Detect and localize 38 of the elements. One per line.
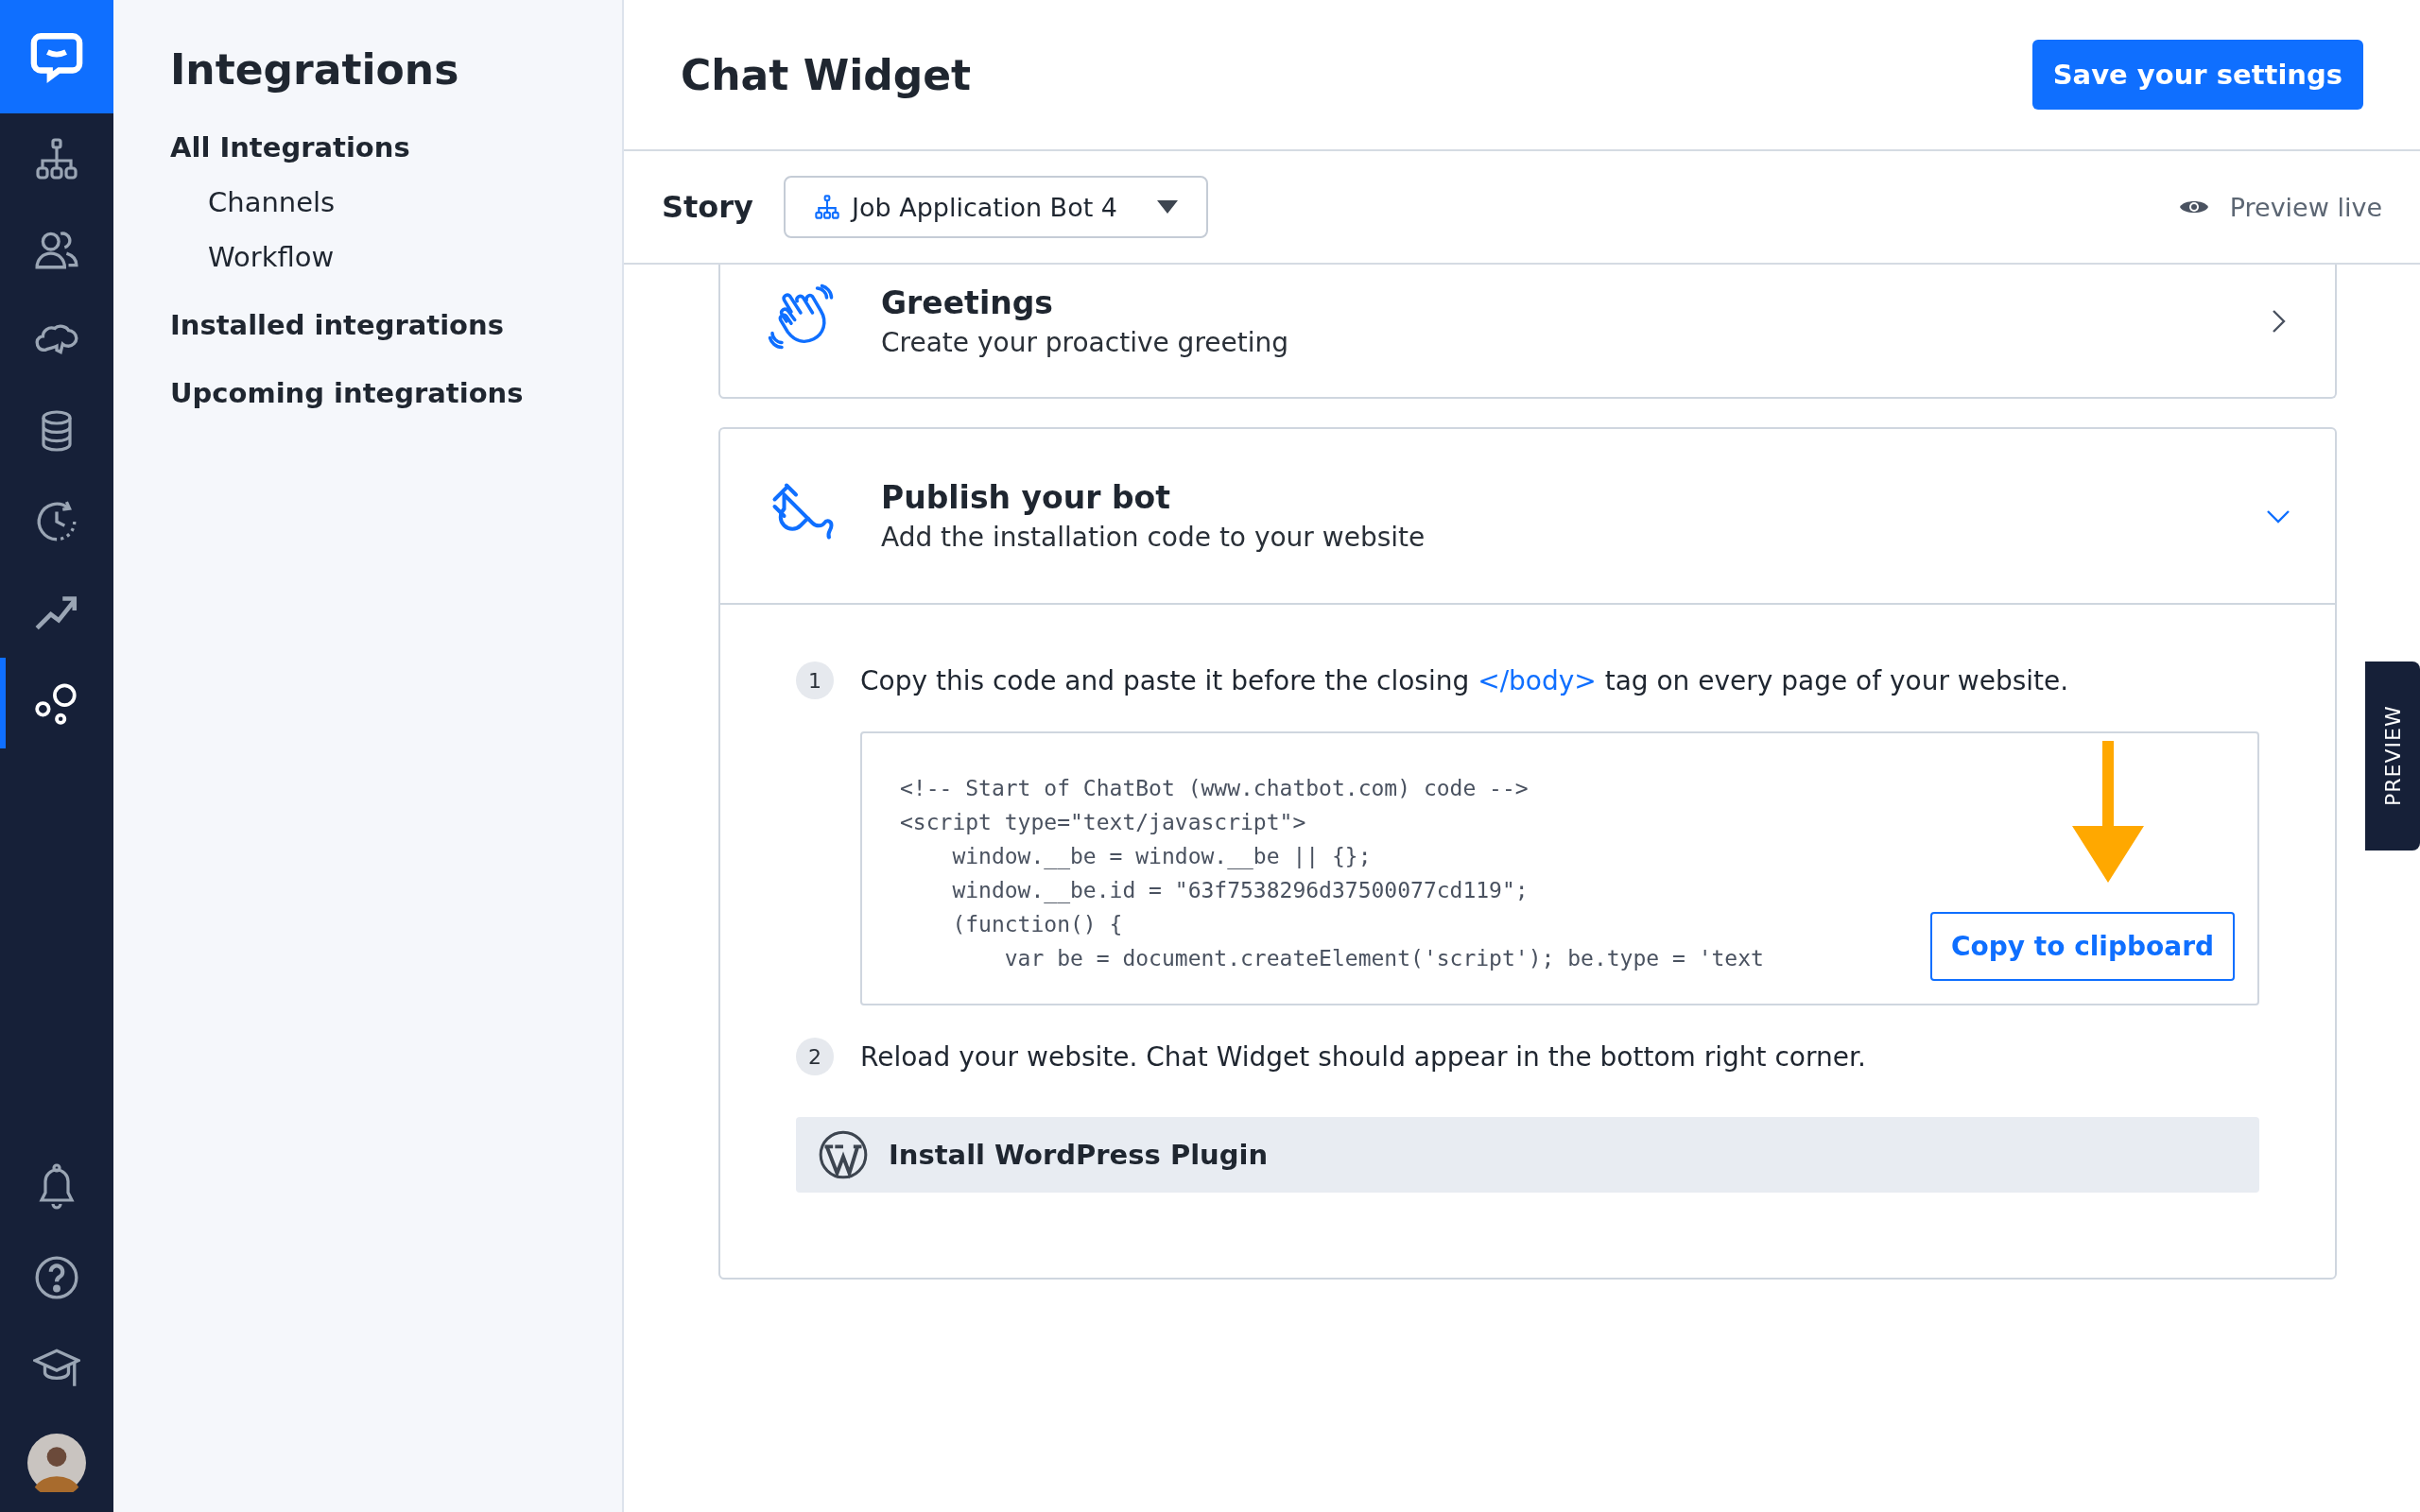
sidebar-title: Integrations: [170, 45, 460, 94]
code-line: <script type="text/javascript">: [900, 809, 1306, 836]
down-arrow-icon: [2072, 741, 2144, 883]
code-line: window.__be.id = "63f7538296d37500077cd119";: [951, 877, 1529, 905]
body-tag-link[interactable]: </body>: [1478, 664, 1597, 696]
section-header[interactable]: Greetings Create your proactive greeting: [720, 265, 2335, 397]
step-text: Copy this code and paste it before the closing </body> tag on every page of your website.: [860, 664, 2069, 696]
sidebar-link[interactable]: Channels: [208, 186, 336, 218]
sidebar-link[interactable]: All Integrations: [170, 131, 410, 163]
code-line: (function() {: [951, 911, 1123, 938]
code-line: window.__be = window.__be || {};: [951, 843, 1372, 871]
step-number: 1: [796, 662, 834, 699]
section-header[interactable]: Publish your bot Add the installation code to your website: [720, 429, 2335, 605]
hierarchy-icon: [813, 194, 840, 220]
sidebar-link[interactable]: Upcoming integrations: [170, 377, 524, 409]
step-number: 2: [796, 1038, 834, 1075]
wordpress-plugin-button[interactable]: Install WordPress Plugin: [796, 1117, 2259, 1193]
section-subtitle: Add the installation code to your website: [881, 522, 1426, 553]
section-title: Greetings: [881, 284, 1054, 321]
save-button[interactable]: Save your settings: [2031, 40, 2363, 110]
preview-live-link[interactable]: Preview live: [2178, 192, 2382, 222]
caret-icon: [1157, 200, 1178, 214]
avatar-icon[interactable]: [27, 1434, 86, 1492]
wordpress-logo-icon: [819, 1130, 868, 1179]
sidebar-link[interactable]: Workflow: [208, 241, 335, 273]
help-icon: [33, 1254, 80, 1301]
code-line: <!-- Start of ChatBot (www.chatbot.com) code -->: [900, 775, 1529, 802]
section-subtitle: Create your proactive greeting: [881, 327, 1289, 358]
hierarchy-icon: [34, 136, 79, 181]
sidebar-link[interactable]: Installed integrations: [170, 309, 504, 341]
copy-button[interactable]: Copy to clipboard: [1929, 912, 2235, 981]
step-text: Reload your website. Chat Widget should appear in the bottom right corner.: [860, 1040, 1866, 1073]
story-dropdown[interactable]: Job Application Bot 4: [783, 176, 1208, 238]
code-line: var be = document.createElement('script'); be.type = 'text: [1003, 945, 1764, 972]
story-label: Story: [662, 189, 753, 225]
page-title: Chat Widget: [681, 50, 972, 99]
preview-tab[interactable]: PREVIEW: [2365, 662, 2420, 850]
section-title: Publish your bot: [881, 479, 1172, 516]
